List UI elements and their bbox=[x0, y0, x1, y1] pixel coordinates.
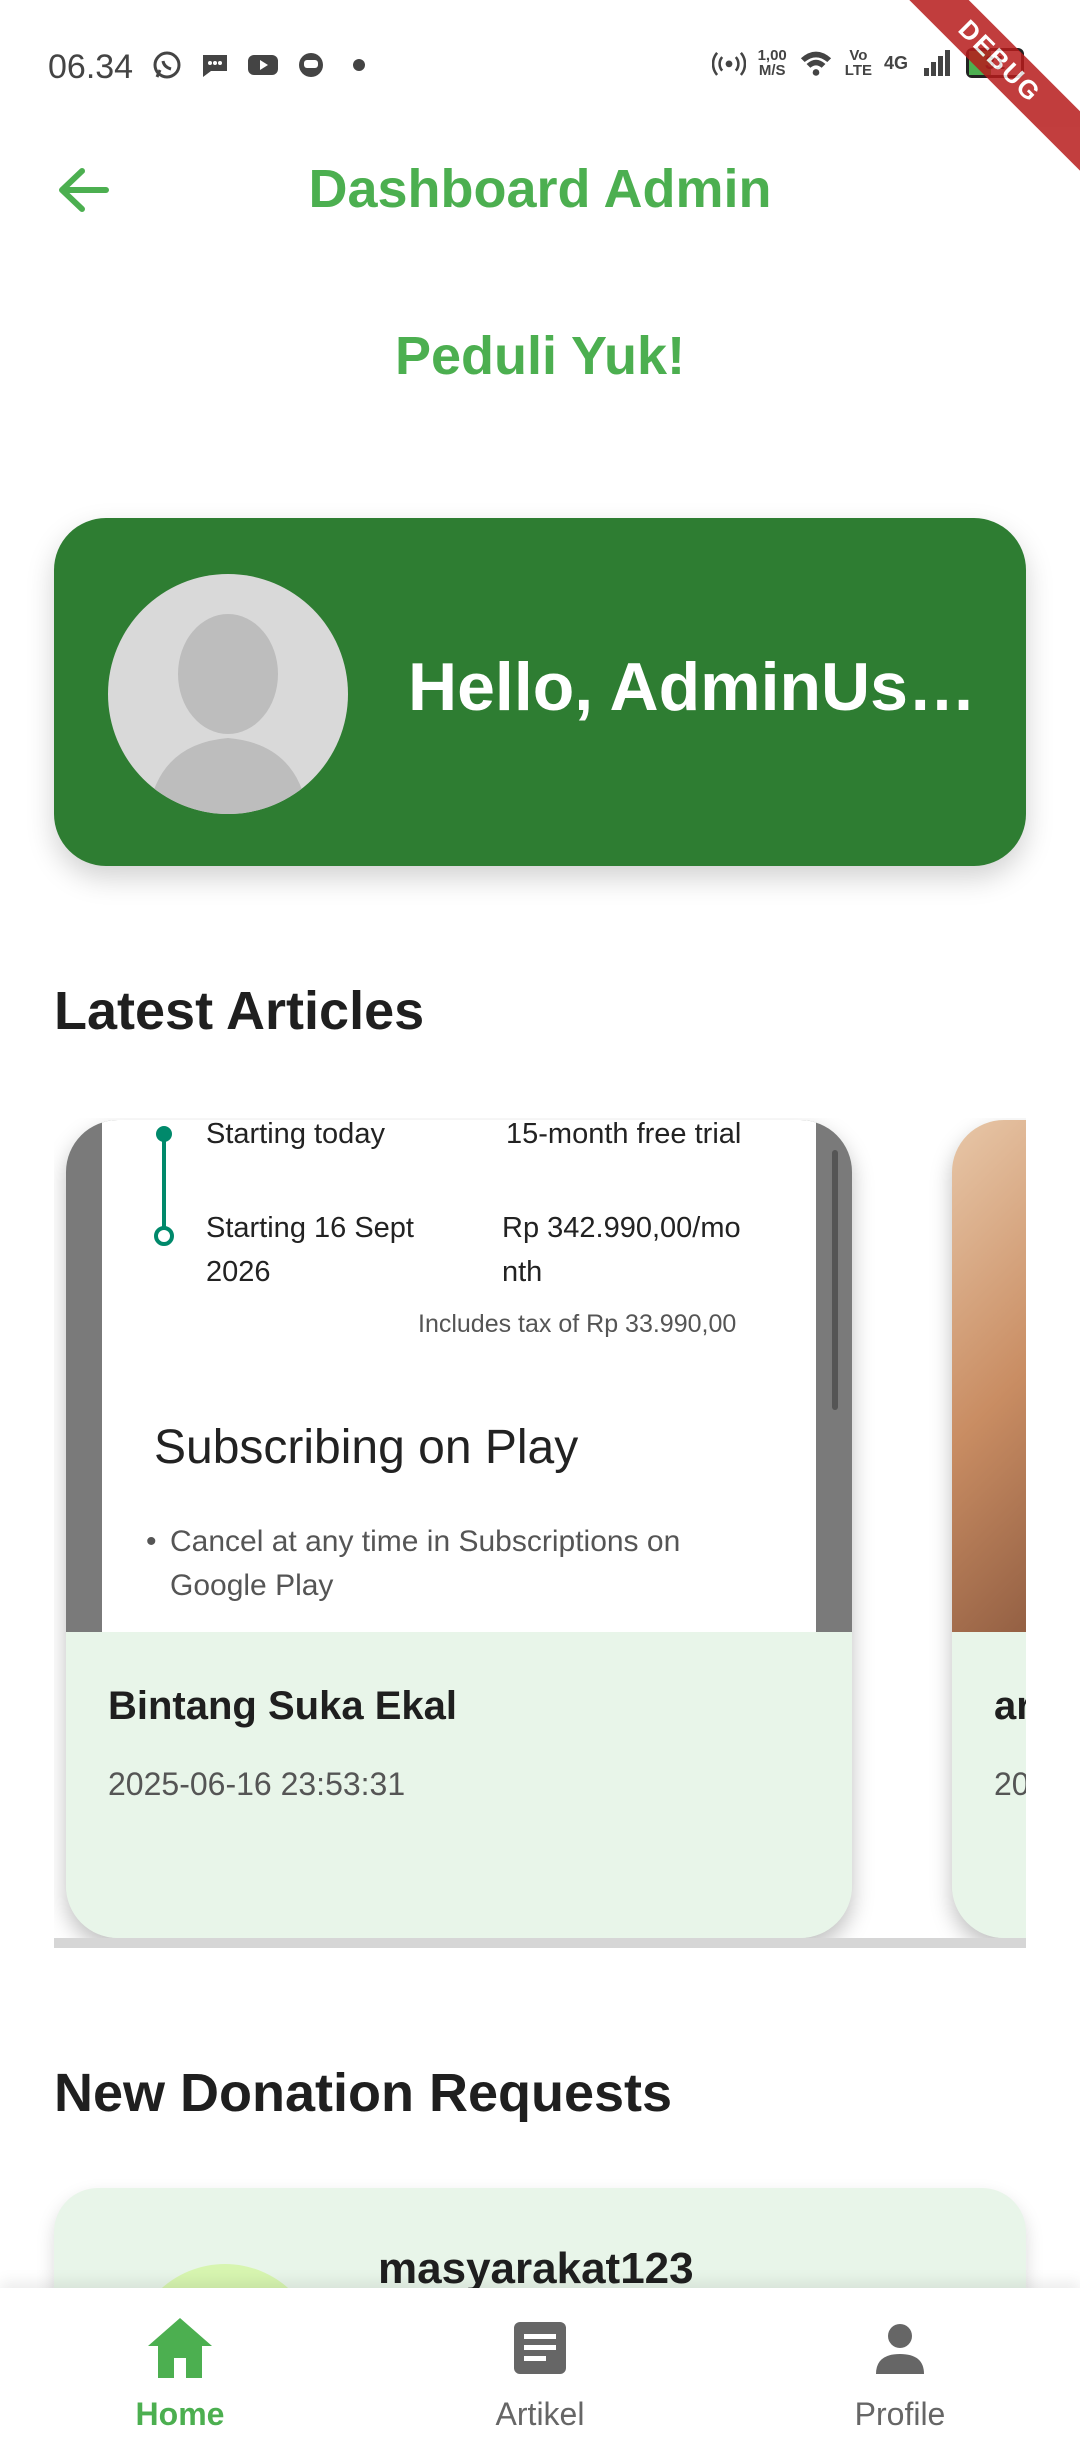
nav-item-artikel[interactable]: Artikel bbox=[420, 2308, 660, 2448]
article-date: 2025-06-16 23:53:31 bbox=[108, 1766, 406, 1802]
article-image: Starting today 15-month free trial Start… bbox=[66, 1120, 852, 1632]
article-date: 20 bbox=[994, 1766, 1026, 1802]
article-card[interactable]: ar 20 bbox=[952, 1120, 1026, 1938]
brand-title: Peduli Yuk! bbox=[394, 326, 686, 386]
nav-item-profile[interactable]: Profile bbox=[780, 2308, 1020, 2448]
hotspot-icon bbox=[711, 46, 746, 80]
youtube-icon bbox=[246, 48, 280, 82]
donation-username: masyarakat123 bbox=[378, 2244, 694, 2293]
article-title: ar bbox=[994, 1684, 1026, 1728]
article-icon bbox=[500, 2308, 580, 2388]
volte-indicator: Vo LTE bbox=[844, 47, 872, 79]
whatsapp-icon bbox=[150, 48, 184, 82]
network-type: 4G bbox=[883, 52, 908, 73]
status-time: 06.34 bbox=[48, 48, 134, 86]
bottom-navigation: Home Artikel Profile bbox=[0, 2288, 1080, 2460]
greeting-card: Hello, AdminUs… bbox=[54, 518, 1026, 866]
nav-label: Artikel bbox=[495, 2396, 585, 2432]
article-image bbox=[952, 1120, 1026, 1632]
avatar bbox=[108, 574, 348, 814]
nav-item-home[interactable]: Home bbox=[60, 2308, 300, 2448]
page-title: Dashboard Admin bbox=[308, 159, 772, 219]
person-placeholder-icon bbox=[148, 614, 308, 814]
network-speed: 1,00 M/S bbox=[757, 47, 787, 79]
article-info: ar 20 bbox=[952, 1632, 1026, 1938]
articles-carousel[interactable]: Starting today 15-month free trial Start… bbox=[54, 1118, 1026, 1948]
article-info: Bintang Suka Ekal 2025-06-16 23:53:31 bbox=[66, 1632, 852, 1938]
app-bar: Dashboard Admin bbox=[0, 140, 1080, 240]
messages-icon bbox=[198, 48, 232, 82]
notification-icons bbox=[150, 48, 376, 82]
home-icon bbox=[140, 2308, 220, 2388]
donations-heading: New Donation Requests bbox=[54, 2063, 673, 2123]
article-image-screenshot: Starting today 15-month free trial Start… bbox=[102, 1120, 816, 1632]
greeting-text: Hello, AdminUs… bbox=[408, 649, 976, 725]
status-bar: 06.34 1,00 M/S Vo LTE 4G DEBUG bbox=[0, 0, 1080, 182]
app-icon bbox=[294, 48, 328, 82]
signal-icon bbox=[920, 46, 954, 80]
nav-label: Profile bbox=[854, 2396, 946, 2432]
article-title: Bintang Suka Ekal bbox=[108, 1684, 457, 1728]
person-icon bbox=[860, 2308, 940, 2388]
dot-icon bbox=[342, 48, 376, 82]
article-card[interactable]: Starting today 15-month free trial Start… bbox=[66, 1120, 852, 1938]
nav-label: Home bbox=[135, 2396, 225, 2432]
wifi-icon bbox=[799, 46, 833, 80]
latest-articles-heading: Latest Articles bbox=[54, 981, 425, 1041]
